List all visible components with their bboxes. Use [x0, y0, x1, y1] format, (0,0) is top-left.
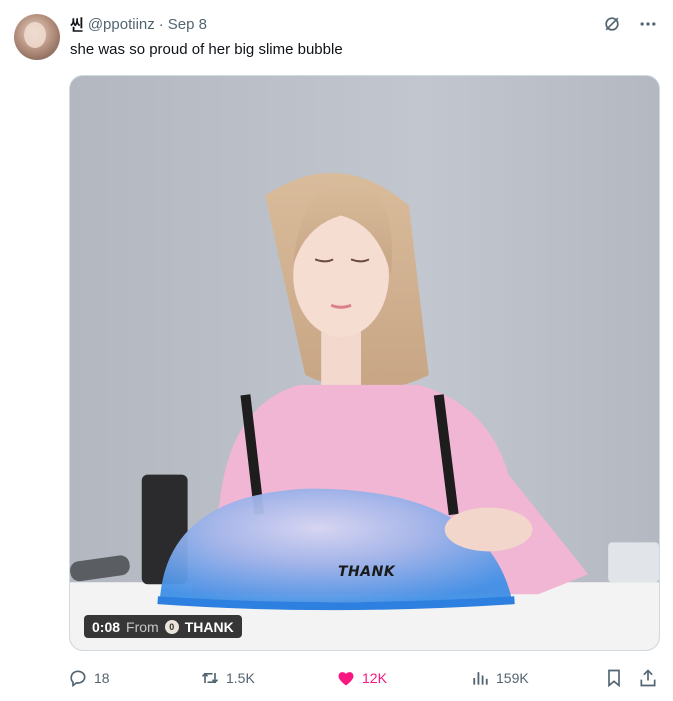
video-duration: 0:08 — [92, 618, 121, 635]
source-logo-icon: 0 — [164, 619, 179, 634]
share-icon — [640, 669, 656, 687]
video-watermark: THANK — [338, 564, 396, 580]
views-icon — [473, 672, 488, 685]
repost-count: 1.5K — [226, 670, 255, 686]
video-player[interactable]: THANK 0:08 From 0 THANK — [69, 75, 660, 651]
reply-button[interactable]: 18 — [68, 664, 110, 692]
reply-icon — [70, 670, 86, 688]
author-avatar[interactable] — [14, 14, 60, 60]
repost-button[interactable]: 1.5K — [200, 664, 255, 692]
source-name: THANK — [184, 618, 234, 635]
views-count: 159K — [496, 670, 529, 686]
from-label: From — [126, 618, 159, 635]
tweet-actions: 18 1.5K 12K 159K — [68, 664, 664, 692]
heart-icon — [338, 672, 354, 686]
separator-dot: · — [158, 15, 164, 33]
video-source-badge[interactable]: 0:08 From 0 THANK — [84, 615, 242, 638]
like-button[interactable]: 12K — [336, 664, 387, 692]
bookmark-icon — [608, 669, 620, 688]
bookmark-button[interactable] — [604, 664, 624, 692]
reply-count: 18 — [94, 670, 110, 686]
tweet-header: 씬 @ppotiinz · Sep 8 — [70, 14, 659, 34]
author-handle[interactable]: @ppotiinz — [88, 16, 155, 33]
repost-icon — [201, 672, 219, 684]
header-actions — [601, 13, 659, 35]
author-name[interactable]: 씬 — [70, 14, 84, 35]
more-icon[interactable] — [637, 13, 659, 35]
grok-icon[interactable] — [601, 13, 623, 35]
like-count: 12K — [362, 670, 387, 686]
share-button[interactable] — [638, 664, 658, 692]
views-button[interactable]: 159K — [470, 664, 529, 692]
tweet-text: she was so proud of her big slime bubble — [70, 41, 343, 58]
tweet-date[interactable]: Sep 8 — [168, 16, 207, 33]
